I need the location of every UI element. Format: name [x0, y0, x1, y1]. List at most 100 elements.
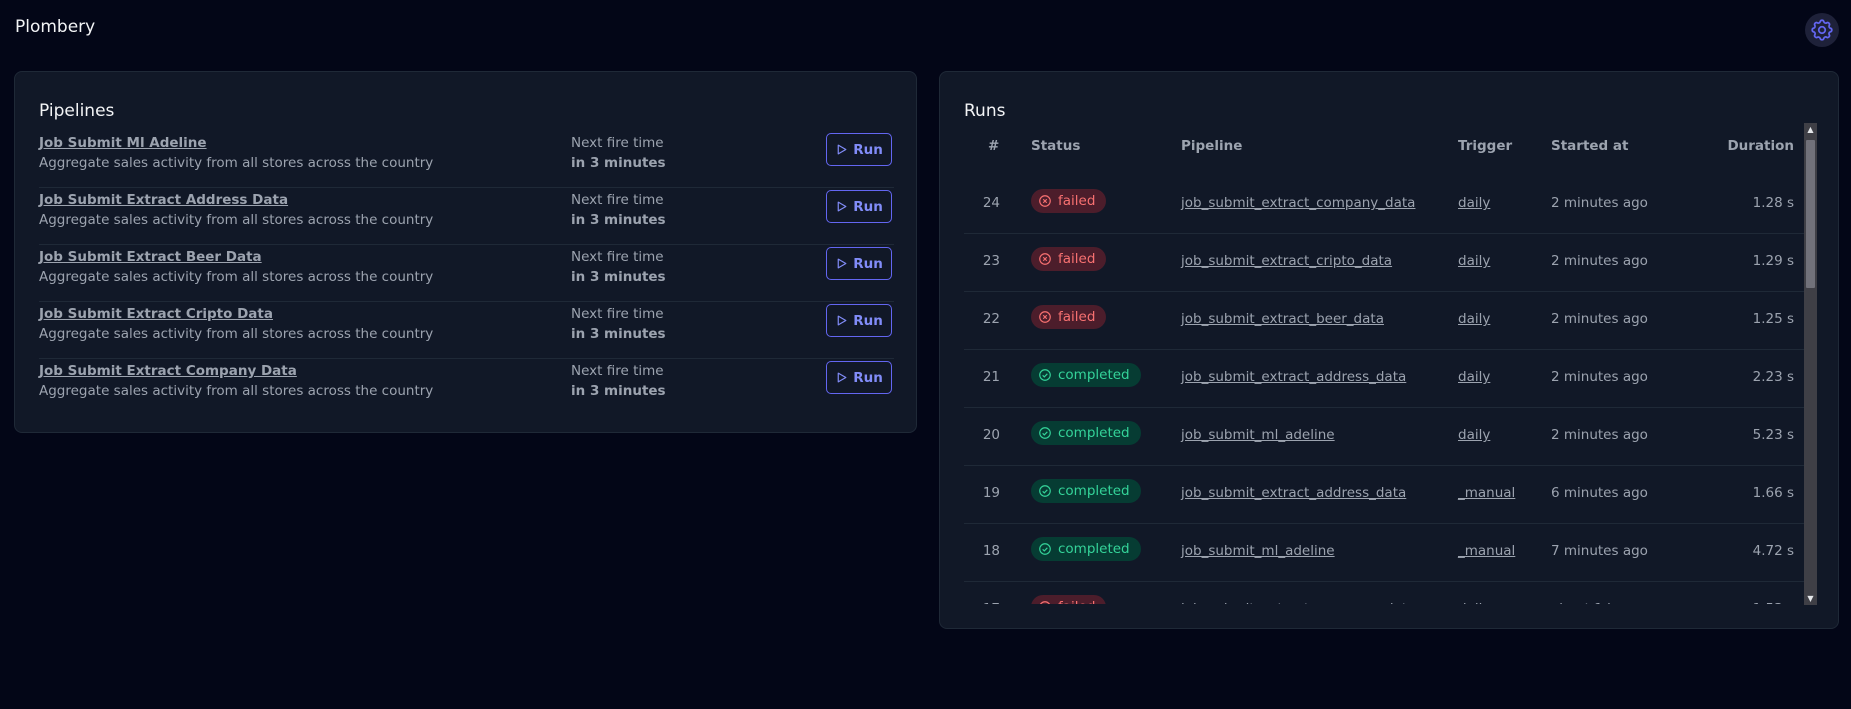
run-started-at: 2 minutes ago	[1551, 427, 1648, 443]
status-cell: completed	[1031, 421, 1141, 445]
status-badge: failed	[1031, 247, 1107, 271]
run-pipeline-button[interactable]: Run	[826, 361, 892, 394]
pipeline-name-link[interactable]: Job Submit Extract Cripto Data	[39, 306, 273, 322]
play-icon	[837, 258, 847, 269]
status-cell: failed	[1031, 305, 1107, 329]
pipeline-name-link[interactable]: Job Submit Extract Address Data	[39, 192, 288, 208]
pipeline-row: Job Submit Extract Beer Data Aggregate s…	[39, 245, 894, 302]
runs-scrollbar[interactable]: ▲ ▼	[1804, 123, 1817, 605]
run-trigger-link[interactable]: daily	[1458, 601, 1490, 604]
run-duration: 1.66 s	[1752, 485, 1794, 501]
play-icon	[837, 372, 847, 383]
pipeline-row: Job Submit Extract Company Data Aggregat…	[39, 359, 894, 416]
next-fire-value: in 3 minutes	[571, 383, 666, 399]
gear-icon	[1811, 19, 1833, 41]
status-badge: failed	[1031, 595, 1107, 604]
x-circle-icon	[1039, 195, 1051, 207]
status-badge: failed	[1031, 305, 1107, 329]
run-pipeline-link[interactable]: job_submit_extract_company_data	[1181, 601, 1415, 604]
next-fire-value: in 3 minutes	[571, 155, 666, 171]
col-header-num: #	[988, 138, 1000, 154]
run-row[interactable]: 22 failed job_submit_extract_beer_data d…	[964, 292, 1814, 350]
pipelines-list: Job Submit Ml Adeline Aggregate sales ac…	[39, 131, 894, 416]
run-pipeline-link[interactable]: job_submit_extract_address_data	[1181, 369, 1406, 385]
pipeline-name-link[interactable]: Job Submit Extract Beer Data	[39, 249, 262, 265]
scroll-down-icon[interactable]: ▼	[1806, 594, 1815, 603]
status-badge: completed	[1031, 363, 1141, 387]
check-circle-icon	[1039, 427, 1051, 439]
run-duration: 2.23 s	[1752, 369, 1794, 385]
pipeline-description: Aggregate sales activity from all stores…	[39, 383, 434, 399]
runs-card: Runs # Status Pipeline Trigger Started a…	[939, 71, 1839, 629]
settings-button[interactable]	[1805, 13, 1839, 47]
run-number: 17	[964, 601, 1000, 604]
status-cell: failed	[1031, 595, 1107, 604]
run-row[interactable]: 18 completed job_submit_ml_adeline _manu…	[964, 524, 1814, 582]
scroll-thumb[interactable]	[1806, 140, 1815, 288]
runs-title: Runs	[964, 101, 1006, 121]
runs-table-header: # Status Pipeline Trigger Started at Dur…	[964, 124, 1814, 168]
run-number: 18	[982, 543, 1000, 559]
run-row[interactable]: 24 failed job_submit_extract_company_dat…	[964, 176, 1814, 234]
run-row[interactable]: 20 completed job_submit_ml_adeline daily…	[964, 408, 1814, 466]
run-row[interactable]: 19 completed job_submit_extract_address_…	[964, 466, 1814, 524]
status-label: completed	[1058, 483, 1130, 499]
pipeline-description: Aggregate sales activity from all stores…	[39, 269, 434, 285]
pipeline-name-link[interactable]: Job Submit Ml Adeline	[39, 135, 207, 151]
run-pipeline-link[interactable]: job_submit_extract_company_data	[1181, 195, 1415, 211]
run-row[interactable]: 17 failed job_submit_extract_company_dat…	[964, 582, 1814, 604]
run-pipeline-link[interactable]: job_submit_extract_cripto_data	[1181, 253, 1392, 269]
run-trigger-link[interactable]: _manual	[1458, 543, 1515, 559]
next-fire-value: in 3 minutes	[571, 326, 666, 342]
run-number: 19	[982, 485, 1000, 501]
check-circle-icon	[1039, 543, 1051, 555]
run-row[interactable]: 21 completed job_submit_extract_address_…	[964, 350, 1814, 408]
status-cell: failed	[1031, 189, 1107, 213]
run-number: 24	[982, 195, 1000, 211]
run-duration: 5.23 s	[1752, 427, 1794, 443]
run-pipeline-button[interactable]: Run	[826, 304, 892, 337]
col-header-pipeline: Pipeline	[1181, 138, 1243, 154]
run-trigger-link[interactable]: _manual	[1458, 485, 1515, 501]
pipeline-name-link[interactable]: Job Submit Extract Company Data	[39, 363, 297, 379]
run-started-at: 2 minutes ago	[1551, 195, 1648, 211]
run-started-at: 6 minutes ago	[1551, 485, 1648, 501]
run-pipeline-button[interactable]: Run	[826, 133, 892, 166]
run-button-label: Run	[853, 141, 883, 158]
run-button-label: Run	[853, 369, 883, 386]
check-circle-icon	[1039, 485, 1051, 497]
col-header-status: Status	[1031, 138, 1081, 154]
run-button-label: Run	[853, 198, 883, 215]
check-circle-icon	[1039, 369, 1051, 381]
status-cell: completed	[1031, 537, 1141, 561]
pipeline-row: Job Submit Ml Adeline Aggregate sales ac…	[39, 131, 894, 188]
run-pipeline-link[interactable]: job_submit_extract_beer_data	[1181, 311, 1384, 327]
scroll-up-icon[interactable]: ▲	[1806, 125, 1815, 134]
run-pipeline-button[interactable]: Run	[826, 247, 892, 280]
status-cell: failed	[1031, 247, 1107, 271]
col-header-trigger: Trigger	[1458, 138, 1513, 154]
pipeline-description: Aggregate sales activity from all stores…	[39, 326, 434, 342]
run-pipeline-link[interactable]: job_submit_ml_adeline	[1181, 543, 1335, 559]
run-started-at: about 1 hour ago	[1551, 601, 1667, 604]
next-fire-value: in 3 minutes	[571, 269, 666, 285]
run-row[interactable]: 23 failed job_submit_extract_cripto_data…	[964, 234, 1814, 292]
run-number: 21	[982, 369, 1000, 385]
run-trigger-link[interactable]: daily	[1458, 369, 1490, 385]
top-bar: Plombery	[0, 0, 1851, 60]
pipeline-description: Aggregate sales activity from all stores…	[39, 212, 434, 228]
run-pipeline-link[interactable]: job_submit_ml_adeline	[1181, 427, 1335, 443]
status-label: completed	[1058, 425, 1130, 441]
run-trigger-link[interactable]: daily	[1458, 195, 1490, 211]
run-trigger-link[interactable]: daily	[1458, 253, 1490, 269]
status-label: failed	[1058, 599, 1095, 604]
next-fire-value: in 3 minutes	[571, 212, 666, 228]
run-pipeline-button[interactable]: Run	[826, 190, 892, 223]
run-trigger-link[interactable]: daily	[1458, 311, 1490, 327]
run-trigger-link[interactable]: daily	[1458, 427, 1490, 443]
app-title: Plombery	[15, 17, 96, 37]
col-header-started: Started at	[1551, 138, 1629, 154]
pipeline-row: Job Submit Extract Cripto Data Aggregate…	[39, 302, 894, 359]
play-icon	[837, 144, 847, 155]
run-pipeline-link[interactable]: job_submit_extract_address_data	[1181, 485, 1406, 501]
